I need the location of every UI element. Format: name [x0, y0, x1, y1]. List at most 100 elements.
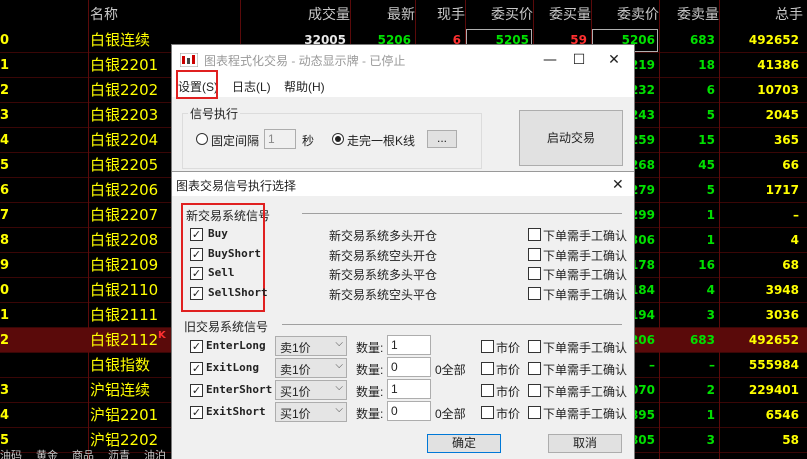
bottom-tab[interactable]: 沥青	[108, 447, 130, 459]
row-code: 0	[0, 283, 10, 298]
row-code: 2	[0, 83, 10, 98]
price-select[interactable]: 买1价 ⌵	[275, 402, 347, 422]
confirm-checkbox[interactable]	[528, 267, 541, 280]
qty-input[interactable]: 1	[387, 335, 431, 355]
column-header[interactable]: 总手	[719, 3, 803, 28]
row-code: 0	[0, 33, 10, 48]
column-header[interactable]: 委买量	[533, 3, 591, 28]
column-header[interactable]: 名称	[90, 3, 170, 28]
confirm-checkbox[interactable]	[528, 340, 541, 353]
market-checkbox[interactable]	[481, 406, 494, 419]
bottom-tab[interactable]: 油泊	[144, 447, 166, 459]
seconds-label: 秒	[302, 134, 315, 148]
column-header[interactable]: 最新	[350, 3, 415, 28]
row-code: 8	[0, 233, 10, 248]
start-trading-button[interactable]: 启动交易	[519, 110, 623, 166]
confirm-checkbox[interactable]	[528, 286, 541, 300]
row-flag: K	[158, 330, 166, 341]
cancel-button[interactable]: 取消	[548, 434, 622, 453]
confirm-label: 下单需手工确认	[543, 229, 628, 243]
column-header[interactable]: 成交量	[240, 3, 350, 28]
price-value: 卖1价	[280, 363, 311, 377]
quote-cell-total: 229401	[748, 383, 799, 397]
signal-key: SellShort	[208, 285, 268, 299]
title-bar: 图表程式化交易 - 动态显示牌 - 已停止 — ☐ ✕	[172, 45, 634, 75]
qty-input[interactable]: 0	[387, 357, 431, 377]
trading-dialog: 图表程式化交易 - 动态显示牌 - 已停止 — ☐ ✕ 设置(S) 日志(L) …	[171, 44, 635, 459]
market-label: 市价	[496, 407, 521, 421]
signal-key: ExitLong	[206, 361, 259, 374]
market-checkbox[interactable]	[481, 340, 494, 353]
close-icon[interactable]: ✕	[602, 48, 626, 72]
checkbox[interactable]: ✓	[190, 384, 203, 397]
interval-input[interactable]: 1	[264, 129, 296, 149]
inner-close-icon[interactable]: ✕	[612, 176, 624, 193]
price-value: 买1价	[280, 385, 311, 399]
quote-cell-askv: 1	[706, 208, 715, 222]
checkbox[interactable]: ✓	[190, 247, 203, 261]
qty-label: 数量:	[356, 385, 384, 399]
menu-bar: 设置(S) 日志(L) 帮助(H)	[172, 75, 634, 97]
bottom-tab[interactable]: 油码	[0, 447, 22, 459]
checkbox[interactable]: ✓	[190, 267, 203, 280]
market-label: 市价	[496, 385, 521, 399]
market-checkbox[interactable]	[481, 362, 494, 375]
signal-key: EnterLong	[206, 339, 266, 352]
price-select[interactable]: 买1价 ⌵	[275, 380, 347, 400]
quote-cell-askv: 6	[706, 83, 715, 97]
row-code: 7	[0, 208, 10, 223]
quote-cell-total: 1717	[765, 183, 799, 197]
bottom-tab[interactable]: 商品	[72, 447, 94, 459]
market-label: 市价	[496, 341, 521, 355]
checkbox[interactable]: ✓	[190, 362, 203, 375]
ok-button[interactable]: 确定	[427, 434, 501, 453]
column-divider	[659, 0, 660, 459]
inner-title: 图表交易信号执行选择	[176, 179, 297, 193]
maximize-icon[interactable]: ☐	[567, 48, 591, 72]
confirm-checkbox[interactable]	[528, 247, 541, 261]
signal-select-dialog: 图表交易信号执行选择 ✕ 新交易系统信号 ✓ Buy 新交易系统多头开仓 下单需手工确…	[172, 171, 634, 459]
ellipsis-button[interactable]: ...	[427, 130, 457, 148]
quote-cell-askv: 5	[706, 108, 715, 122]
bottom-tab[interactable]: 黄金	[36, 447, 58, 459]
checkbox[interactable]: ✓	[190, 286, 203, 300]
quote-cell-total: 365	[773, 133, 799, 147]
row-code: 9	[0, 258, 10, 273]
confirm-checkbox[interactable]	[528, 406, 541, 419]
confirm-checkbox[interactable]	[528, 228, 541, 241]
market-label: 市价	[496, 363, 521, 377]
quote-cell-total: 6546	[765, 408, 799, 422]
confirm-label: 下单需手工确认	[543, 268, 628, 282]
menu-help[interactable]: 帮助(H)	[284, 78, 325, 95]
confirm-checkbox[interactable]	[528, 362, 541, 375]
confirm-checkbox[interactable]	[528, 384, 541, 397]
column-header[interactable]: 委卖量	[659, 3, 719, 28]
column-header[interactable]: 委卖价	[591, 3, 659, 28]
separator	[302, 213, 622, 214]
column-divider	[719, 0, 720, 459]
column-header[interactable]: 委买价	[465, 3, 533, 28]
quote-cell-total: 3036	[765, 308, 799, 322]
quote-cell-askv: 1	[706, 233, 715, 247]
price-value: 买1价	[280, 407, 311, 421]
price-select[interactable]: 卖1价 ⌵	[275, 358, 347, 378]
column-header[interactable]: 现手	[415, 3, 465, 28]
checkbox[interactable]: ✓	[190, 340, 203, 353]
per-bar-label: 走完一根K线	[347, 134, 416, 148]
quote-cell-askv: 15	[698, 133, 715, 147]
radio-per-bar[interactable]	[332, 133, 344, 145]
checkbox[interactable]: ✓	[190, 406, 203, 419]
qty-input[interactable]: 0	[387, 401, 431, 421]
quote-cell-total: 492652	[748, 33, 799, 47]
confirm-label: 下单需手工确认	[543, 385, 628, 399]
quote-cell-total: 10703	[757, 83, 799, 97]
minimize-icon[interactable]: —	[538, 48, 562, 72]
radio-fixed-interval[interactable]	[196, 133, 208, 145]
market-checkbox[interactable]	[481, 384, 494, 397]
signal-key: ExitShort	[206, 405, 266, 418]
qty-label: 数量:	[356, 341, 384, 355]
price-select[interactable]: 卖1价 ⌵	[275, 336, 347, 356]
qty-input[interactable]: 1	[387, 379, 431, 399]
checkbox[interactable]: ✓	[190, 228, 203, 241]
menu-log[interactable]: 日志(L)	[232, 78, 271, 95]
